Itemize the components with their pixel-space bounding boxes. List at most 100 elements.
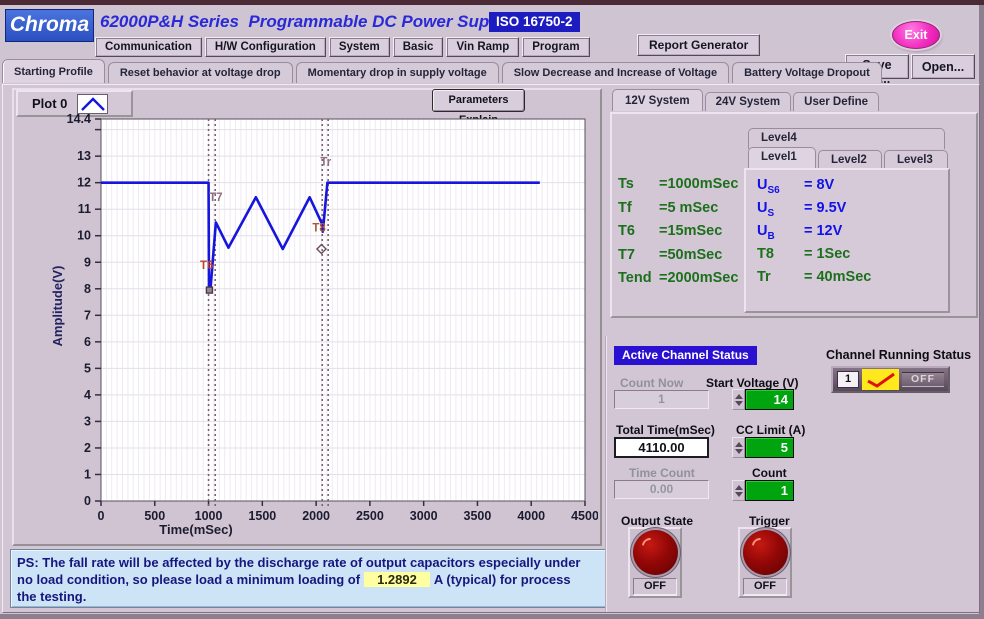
cc-limit-stepper[interactable] <box>732 437 745 458</box>
system-tab[interactable]: 12V System <box>612 89 703 111</box>
level-values: US6= 8VUS= 9.5VUB= 12VT8= 1SecTr= 40mSec <box>757 177 871 292</box>
time-count-label: Time Count <box>629 466 695 480</box>
level-value-row: US= 9.5V <box>757 200 871 223</box>
profile-tab[interactable]: Momentary drop in supply voltage <box>296 62 499 83</box>
parameters-explain-button[interactable]: Parameters Explain <box>432 89 525 112</box>
cc-limit-control: 5 <box>732 437 794 458</box>
channel-check-icon[interactable] <box>862 369 899 390</box>
channel-running-status-widget[interactable]: 1 OFF <box>831 366 950 393</box>
svg-text:500: 500 <box>144 509 165 523</box>
open-button[interactable]: Open... <box>911 54 975 79</box>
iso-standard-badge: ISO 16750-2 <box>489 12 580 32</box>
svg-text:7: 7 <box>84 308 91 322</box>
min-loading-value: 1.2892 <box>364 572 430 587</box>
svg-text:T8: T8 <box>312 223 326 235</box>
output-state-label: Output State <box>621 514 693 528</box>
system-tabs: 12V System24V SystemUser Define <box>612 89 881 111</box>
svg-text:Time(mSec): Time(mSec) <box>159 522 232 537</box>
menu-bar: CommunicationH/W ConfigurationSystemBasi… <box>95 37 590 57</box>
svg-text:T7: T7 <box>209 192 222 204</box>
svg-text:11: 11 <box>78 202 91 216</box>
svg-text:10: 10 <box>77 229 91 243</box>
note-line3: the testing. <box>17 589 86 604</box>
menu-button[interactable]: Program <box>522 37 589 57</box>
count-value[interactable]: 1 <box>745 480 794 501</box>
plot-legend-label: Plot 0 <box>18 96 77 111</box>
time-count-field: 0.00 <box>614 480 709 499</box>
profile-tab[interactable]: Starting Profile <box>2 59 105 83</box>
count-now-field: 1 <box>614 390 709 409</box>
svg-text:3: 3 <box>84 414 91 428</box>
trigger-value: OFF <box>743 578 787 595</box>
app-window: Chroma 62000P&H Series Programmable DC P… <box>0 0 984 619</box>
trigger-button[interactable]: OFF <box>738 527 792 598</box>
ps-note: PS: The fall rate will be affected by th… <box>10 549 607 608</box>
profile-tab[interactable]: Slow Decrease and Increase of Voltage <box>502 62 729 83</box>
timing-row: Ts=1000mSec <box>618 176 738 200</box>
cc-limit-label: CC Limit (A) <box>736 423 805 437</box>
tab-level4[interactable]: Level4 <box>748 128 945 149</box>
channel-state-value: OFF <box>902 372 944 387</box>
menu-button[interactable]: Communication <box>95 37 202 57</box>
test-profile-tabs: Starting ProfileReset behavior at voltag… <box>2 59 885 83</box>
exit-button[interactable]: Exit <box>892 21 940 49</box>
level-value-row: US6= 8V <box>757 177 871 200</box>
note-line1: PS: The fall rate will be affected by th… <box>17 555 580 570</box>
window-bottom-edge <box>0 614 984 619</box>
svg-text:4: 4 <box>84 388 91 402</box>
level-value-row: Tr= 40mSec <box>757 269 871 292</box>
output-state-value: OFF <box>633 578 677 595</box>
cc-limit-value[interactable]: 5 <box>745 437 794 458</box>
profile-tab[interactable]: Reset behavior at voltage drop <box>108 62 293 83</box>
svg-text:8: 8 <box>84 282 91 296</box>
svg-text:2: 2 <box>84 441 91 455</box>
tab-level1[interactable]: Level1 <box>748 147 816 169</box>
svg-text:9: 9 <box>84 255 91 269</box>
timing-parameters: Ts=1000mSecTf=5 mSecT6=15mSecT7=50mSecTe… <box>618 176 738 294</box>
start-voltage-stepper[interactable] <box>732 389 745 410</box>
svg-text:3500: 3500 <box>464 509 492 523</box>
svg-text:14.4: 14.4 <box>67 114 91 126</box>
menu-button[interactable]: Vin Ramp <box>446 37 519 57</box>
count-control: 1 <box>732 480 794 501</box>
start-voltage-control: 14 <box>732 389 794 410</box>
window-top-edge <box>0 0 984 5</box>
note-line2a: no load condition, so please load a mini… <box>17 572 360 587</box>
system-tab[interactable]: User Define <box>793 92 879 111</box>
tab-level2[interactable]: Level2 <box>818 150 882 169</box>
system-tab[interactable]: 24V System <box>705 92 792 111</box>
report-generator-button[interactable]: Report Generator <box>637 34 760 56</box>
plot-legend[interactable]: Plot 0 <box>16 90 133 117</box>
app-title: 62000P&H Series Programmable DC Power Su… <box>100 12 514 32</box>
count-label: Count <box>752 466 787 480</box>
svg-text:6: 6 <box>84 335 91 349</box>
waveform-chart[interactable]: 05001000150020002500300035004000450014.4… <box>16 114 598 542</box>
svg-text:1000: 1000 <box>195 509 223 523</box>
tab-level3[interactable]: Level3 <box>884 150 948 169</box>
trigger-knob-icon[interactable] <box>743 530 788 575</box>
menu-button[interactable]: H/W Configuration <box>205 37 326 57</box>
total-time-label: Total Time(mSec) <box>616 423 715 437</box>
svg-text:13: 13 <box>77 149 91 163</box>
start-voltage-value[interactable]: 14 <box>745 389 794 410</box>
timing-row: T6=15mSec <box>618 223 738 247</box>
level-value-row: UB= 12V <box>757 223 871 246</box>
svg-text:3000: 3000 <box>410 509 438 523</box>
channel-running-status-label: Channel Running Status <box>826 348 971 362</box>
svg-text:Tr: Tr <box>320 156 331 168</box>
menu-button[interactable]: System <box>329 37 390 57</box>
timing-row: Tf=5 mSec <box>618 200 738 224</box>
start-voltage-label: Start Voltage (V) <box>706 376 798 390</box>
profile-tab[interactable]: Battery Voltage Dropout <box>732 62 882 83</box>
svg-text:1: 1 <box>84 467 91 481</box>
output-state-button[interactable]: OFF <box>628 527 682 598</box>
svg-text:4000: 4000 <box>517 509 545 523</box>
count-stepper[interactable] <box>732 480 745 501</box>
output-state-knob-icon[interactable] <box>633 530 678 575</box>
timing-row: T7=50mSec <box>618 247 738 271</box>
panel-divider <box>605 336 607 612</box>
svg-text:12: 12 <box>77 176 91 190</box>
total-time-field[interactable]: 4110.00 <box>614 437 709 458</box>
active-channel-status-label: Active Channel Status <box>614 346 757 365</box>
menu-button[interactable]: Basic <box>393 37 444 57</box>
